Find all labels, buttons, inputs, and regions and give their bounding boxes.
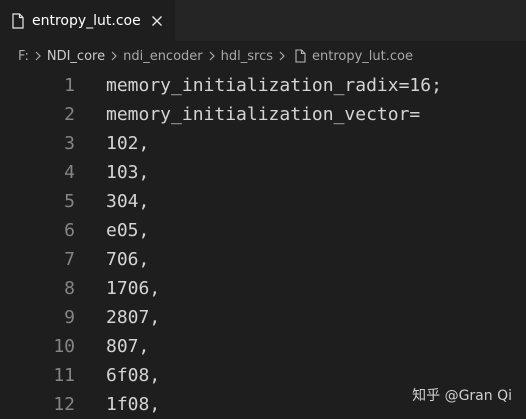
chevron-right-icon (279, 51, 285, 61)
tab-bar: entropy_lut.coe (0, 0, 526, 41)
chevron-right-icon (35, 51, 41, 61)
code-text[interactable]: 103, (106, 162, 149, 183)
line-number: 9 (64, 307, 75, 328)
code-line: 2 memory_initialization_vector= (0, 100, 526, 129)
code-line: 1 memory_initialization_radix=16; (0, 71, 526, 100)
breadcrumb-drive[interactable]: F: (18, 49, 29, 64)
code-text[interactable]: 2807, (106, 307, 160, 328)
line-number: 6 (64, 220, 75, 241)
line-number: 11 (53, 365, 75, 386)
code-line: 9 2807, (0, 303, 526, 332)
code-text[interactable]: memory_initialization_vector= (106, 104, 420, 125)
code-text[interactable]: 807, (106, 336, 149, 357)
file-icon (12, 12, 24, 29)
line-number: 2 (64, 104, 75, 125)
breadcrumb-file[interactable]: entropy_lut.coe (312, 49, 413, 64)
code-line: 4 103, (0, 158, 526, 187)
line-number: 1 (64, 75, 75, 96)
chevron-right-icon (111, 51, 117, 61)
breadcrumb-ndi-encoder[interactable]: ndi_encoder (123, 49, 203, 64)
code-line: 3 102, (0, 129, 526, 158)
code-editor[interactable]: 1 memory_initialization_radix=16; 2 memo… (0, 71, 526, 419)
tab-label: entropy_lut.coe (32, 12, 141, 29)
code-line: 8 1706, (0, 274, 526, 303)
line-number: 8 (64, 278, 75, 299)
code-text[interactable]: 706, (106, 249, 149, 270)
code-line: 7 706, (0, 245, 526, 274)
tab-entropy-lut[interactable]: entropy_lut.coe (0, 0, 175, 41)
line-number: 5 (64, 191, 75, 212)
line-number: 4 (64, 162, 75, 183)
code-line: 5 304, (0, 187, 526, 216)
line-number: 3 (64, 133, 75, 154)
code-text[interactable]: 6f08, (106, 365, 160, 386)
code-text[interactable]: memory_initialization_radix=16; (106, 75, 442, 96)
close-icon[interactable] (151, 15, 163, 27)
code-text[interactable]: 102, (106, 133, 149, 154)
line-number: 12 (53, 394, 75, 415)
code-text[interactable]: 1f08, (106, 394, 160, 415)
watermark: 知乎 @Gran Qi (412, 388, 512, 404)
code-text[interactable]: e05, (106, 220, 149, 241)
line-number: 7 (64, 249, 75, 270)
code-line: 10 807, (0, 332, 526, 361)
breadcrumb-ndi-core[interactable]: NDI_core (47, 49, 105, 64)
breadcrumb: F: NDI_core ndi_encoder hdl_srcs entropy… (0, 41, 526, 71)
code-line: 6 e05, (0, 216, 526, 245)
line-number: 10 (53, 336, 75, 357)
chevron-right-icon (209, 51, 215, 61)
code-text[interactable]: 1706, (106, 278, 160, 299)
breadcrumb-hdl-srcs[interactable]: hdl_srcs (221, 49, 273, 64)
code-text[interactable]: 304, (106, 191, 149, 212)
file-icon (295, 49, 306, 63)
